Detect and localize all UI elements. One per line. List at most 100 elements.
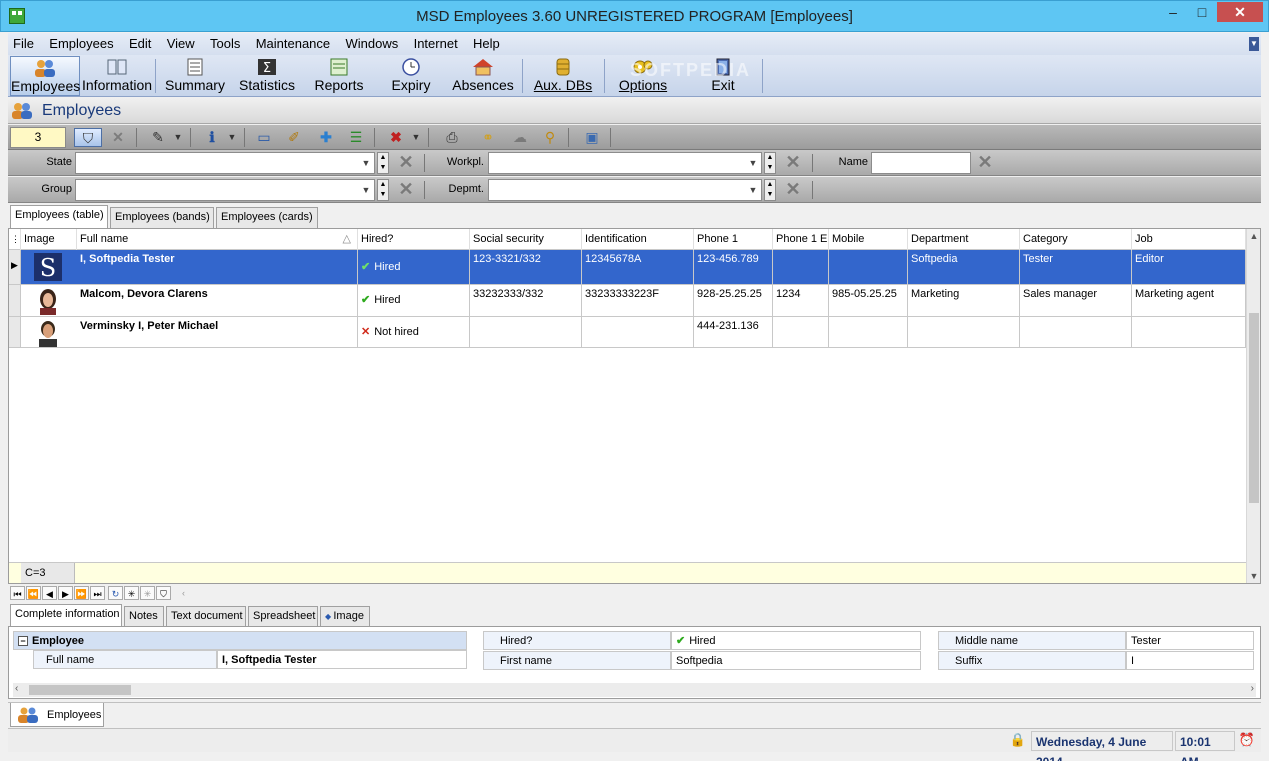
clear-group-icon[interactable]: ✕ (395, 179, 417, 200)
delete-record-icon[interactable]: ✳ (140, 586, 155, 600)
collapse-icon[interactable]: − (18, 636, 28, 646)
menu-file[interactable]: File (8, 33, 39, 54)
prev-record-icon[interactable]: ◀ (42, 586, 57, 600)
tab-notes[interactable]: Notes (124, 606, 164, 627)
tab-employees-bands[interactable]: Employees (bands) (110, 207, 214, 228)
info-dropdown-icon[interactable]: ▼ (226, 128, 238, 147)
clear-state-icon[interactable]: ✕ (395, 152, 417, 173)
chevron-down-icon[interactable]: ▼ (746, 154, 760, 172)
hired-value[interactable]: ✔ Hired (671, 631, 921, 650)
monitor-icon[interactable]: ▭ (254, 128, 274, 147)
column-header[interactable]: Identification (582, 229, 694, 250)
middle-name-value[interactable]: Tester (1126, 631, 1254, 650)
menu-employees[interactable]: Employees (44, 33, 118, 54)
record-counter[interactable]: 3 (10, 127, 66, 148)
tab-spreadsheet[interactable]: Spreadsheet (248, 606, 318, 627)
menu-overflow-icon[interactable]: ▼ (1249, 37, 1259, 51)
next-record-icon[interactable]: ▶ (58, 586, 73, 600)
state-spinner[interactable]: ▲ ▼ (377, 152, 389, 174)
close-button[interactable]: ✕ (1217, 2, 1263, 22)
menu-windows[interactable]: Windows (341, 33, 404, 54)
state-combo[interactable]: ▼ (75, 152, 375, 174)
employees-button[interactable]: Employees (10, 56, 80, 96)
next-page-icon[interactable]: ⏩ (74, 586, 89, 600)
column-header[interactable]: Category (1020, 229, 1132, 250)
scroll-thumb[interactable] (1249, 313, 1259, 503)
menu-internet[interactable]: Internet (409, 33, 463, 54)
column-header[interactable]: Social security (470, 229, 582, 250)
name-input[interactable] (871, 152, 971, 174)
minimize-button[interactable]: – (1159, 2, 1187, 22)
column-header[interactable]: Mobile (829, 229, 908, 250)
lock-icon[interactable]: 🔒 (1009, 732, 1027, 750)
column-header[interactable]: Job (1132, 229, 1246, 250)
delete-dropdown-icon[interactable]: ▼ (410, 128, 422, 147)
last-record-icon[interactable]: ⏭ (90, 586, 105, 600)
clear-department-icon[interactable]: ✕ (782, 179, 804, 200)
workplace-combo[interactable]: ▼ (488, 152, 762, 174)
department-combo[interactable]: ▼ (488, 179, 762, 201)
maximize-button[interactable]: □ (1188, 2, 1216, 22)
clear-name-icon[interactable]: ✕ (974, 152, 996, 173)
add-record-icon[interactable]: ✚ (316, 128, 336, 147)
group-combo[interactable]: ▼ (75, 179, 375, 201)
scroll-up-icon[interactable]: ▲ (1247, 229, 1261, 243)
menu-edit[interactable]: Edit (124, 33, 156, 54)
tab-complete-information[interactable]: Complete information (10, 604, 122, 628)
scroll-thumb[interactable] (29, 685, 131, 695)
cloud-icon[interactable]: ☁ (510, 128, 530, 147)
filter-icon[interactable]: ⛉ (156, 586, 171, 600)
table-row[interactable]: ▶ S I, Softpedia Tester ✔ Hired 123-3321/… (9, 250, 1246, 285)
summary-button[interactable]: Summary (160, 56, 230, 96)
refresh-icon[interactable]: ↻ (108, 586, 123, 600)
list-icon[interactable]: ☰ (346, 128, 366, 147)
scroll-down-icon[interactable]: ▼ (1247, 569, 1261, 583)
workplace-spinner[interactable]: ▲ ▼ (764, 152, 776, 174)
group-spinner[interactable]: ▲ ▼ (377, 179, 389, 201)
edit-form-icon[interactable]: ✐ (284, 128, 304, 147)
window-tab-employees[interactable]: Employees (10, 703, 104, 727)
clear-filter-icon[interactable]: ✕ (108, 128, 128, 147)
statistics-button[interactable]: Σ Statistics (232, 56, 302, 96)
menu-view[interactable]: View (162, 33, 200, 54)
info-icon[interactable]: ℹ (202, 128, 222, 147)
column-header[interactable]: Phone 1 E: (773, 229, 829, 250)
clear-workplace-icon[interactable]: ✕ (782, 152, 804, 173)
chevron-down-icon[interactable]: ▼ (359, 154, 373, 172)
grid-vertical-scrollbar[interactable]: ▲ ▼ (1246, 229, 1260, 583)
column-header[interactable]: Full name △ (77, 229, 358, 250)
suffix-value[interactable]: I (1126, 651, 1254, 670)
print-icon[interactable]: ⎙ (442, 128, 462, 147)
first-record-icon[interactable]: ⏮ (10, 586, 25, 600)
delete-record-icon[interactable]: ✖ (386, 128, 406, 147)
absences-button[interactable]: Absences (448, 56, 518, 96)
tab-employees-table[interactable]: Employees (table) (10, 205, 108, 229)
edit-record-icon[interactable]: ✎ (148, 128, 168, 147)
employee-group-header[interactable]: − Employee (13, 631, 467, 650)
tab-image[interactable]: ◆ Image (320, 606, 370, 627)
filter-icon[interactable]: ⛉ (74, 128, 102, 147)
table-row[interactable]: Malcom, Devora Clarens ✔ Hired 33232333/3… (9, 285, 1246, 317)
chevron-down-icon[interactable]: ▼ (746, 181, 760, 199)
aux-dbs-button[interactable]: Aux. DBs (528, 56, 598, 96)
scroll-right-icon[interactable]: › (1251, 683, 1254, 694)
column-header[interactable]: Image (21, 229, 77, 250)
window-layout-icon[interactable]: ▣ (582, 128, 602, 147)
edit-dropdown-icon[interactable]: ▼ (172, 128, 184, 147)
menu-maintenance[interactable]: Maintenance (251, 33, 335, 54)
scroll-left-icon[interactable]: ‹ (15, 683, 18, 694)
information-button[interactable]: Information (82, 56, 152, 96)
column-header[interactable]: Hired? (358, 229, 470, 250)
table-row[interactable]: Verminsky I, Peter Michael ✕ Not hired 44… (9, 317, 1246, 348)
expiry-button[interactable]: Expiry (376, 56, 446, 96)
chevron-down-icon[interactable]: ▼ (359, 181, 373, 199)
tab-employees-cards[interactable]: Employees (cards) (216, 207, 318, 228)
link-icon[interactable]: ⚭ (478, 128, 498, 147)
scroll-left-icon[interactable]: ‹ (176, 586, 191, 600)
reports-button[interactable]: Reports (304, 56, 374, 96)
department-spinner[interactable]: ▲ ▼ (764, 179, 776, 201)
tab-text-document[interactable]: Text document (166, 606, 246, 627)
first-name-value[interactable]: Softpedia (671, 651, 921, 670)
insert-record-icon[interactable]: ✳ (124, 586, 139, 600)
column-header[interactable]: Phone 1 (694, 229, 773, 250)
